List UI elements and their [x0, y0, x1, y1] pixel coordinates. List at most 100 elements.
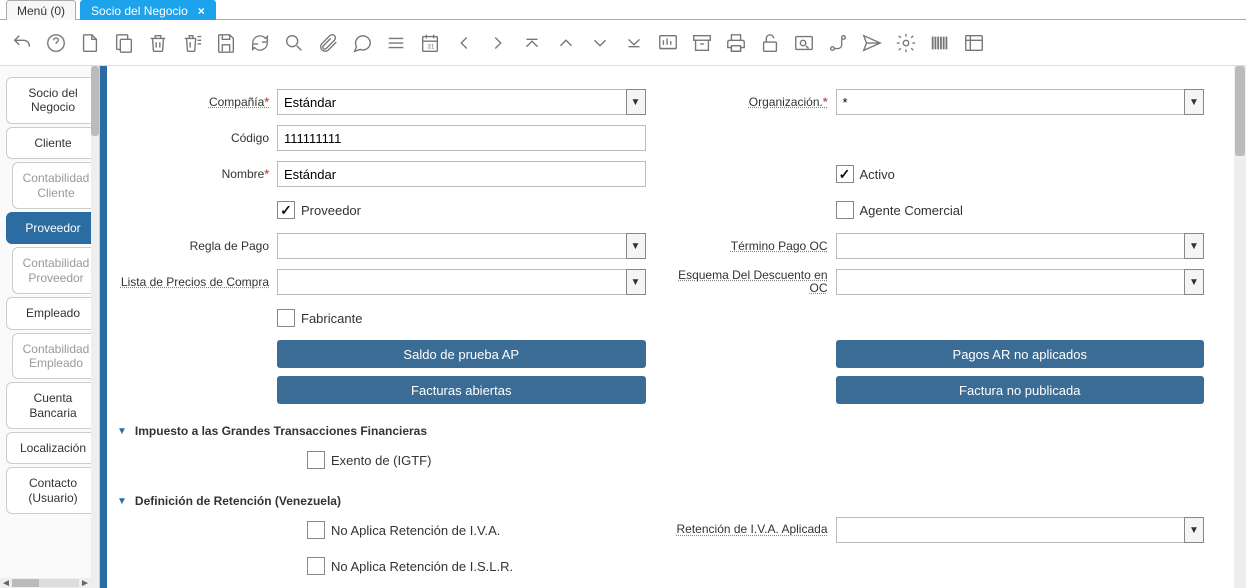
refresh-icon[interactable]	[248, 31, 272, 55]
accent-bar	[100, 66, 107, 588]
last-icon[interactable]	[622, 31, 646, 55]
side-tab-loc[interactable]: Localización	[6, 432, 99, 464]
lock-icon[interactable]	[758, 31, 782, 55]
field-esquema[interactable]: ▼	[836, 269, 1205, 295]
tab-menu[interactable]: Menú (0)	[6, 0, 76, 20]
barcode-icon[interactable]	[928, 31, 952, 55]
section-label: Impuesto a las Grandes Transacciones Fin…	[135, 424, 427, 438]
input-nombre[interactable]	[277, 161, 646, 187]
tab-socio-negocio[interactable]: Socio del Negocio ×	[80, 0, 216, 20]
side-tab-cont-prov[interactable]: Contabilidad Proveedor	[12, 247, 99, 294]
chat-icon[interactable]	[350, 31, 374, 55]
dropdown-icon[interactable]: ▼	[1184, 89, 1204, 115]
side-tab-empleado[interactable]: Empleado	[6, 297, 99, 329]
workflow-icon[interactable]	[826, 31, 850, 55]
close-icon[interactable]: ×	[198, 4, 205, 18]
checkbox-no-islr[interactable]: No Aplica Retención de I.S.L.R.	[307, 557, 513, 575]
section-label: Definición de Retención (Venezuela)	[135, 494, 341, 508]
checkbox-label: Proveedor	[301, 203, 361, 218]
zoom-window-icon[interactable]	[792, 31, 816, 55]
field-ret-iva[interactable]: ▼	[836, 517, 1205, 543]
calendar-icon[interactable]: 31	[418, 31, 442, 55]
label-regla: Regla de Pago	[117, 239, 277, 253]
label-esquema: Esquema Del Descuento en OC	[676, 269, 836, 295]
form-view-icon[interactable]	[962, 31, 986, 55]
dropdown-icon[interactable]: ▼	[1184, 517, 1204, 543]
print-icon[interactable]	[724, 31, 748, 55]
save-icon[interactable]	[214, 31, 238, 55]
side-panel: Socio del NegocioClienteContabilidad Cli…	[0, 66, 100, 588]
dropdown-icon[interactable]: ▼	[626, 233, 646, 259]
checkbox-box[interactable]	[836, 165, 854, 183]
checkbox-box[interactable]	[307, 557, 325, 575]
side-scrollbar-v[interactable]	[91, 66, 99, 588]
archive-icon[interactable]	[690, 31, 714, 55]
svg-text:31: 31	[427, 43, 435, 50]
side-tab-contacto[interactable]: Contacto (Usuario)	[6, 467, 99, 514]
side-tab-socio[interactable]: Socio del Negocio	[6, 77, 99, 124]
attachment-icon[interactable]	[316, 31, 340, 55]
content-scrollbar[interactable]	[1234, 66, 1246, 588]
checkbox-label: Agente Comercial	[860, 203, 963, 218]
field-compania[interactable]: ▼	[277, 89, 646, 115]
checkbox-box[interactable]	[307, 521, 325, 539]
field-organizacion[interactable]: ▼	[836, 89, 1205, 115]
checkbox-fabricante[interactable]: Fabricante	[277, 309, 362, 327]
up-icon[interactable]	[554, 31, 578, 55]
input-organizacion[interactable]	[836, 89, 1185, 115]
side-tab-cuenta[interactable]: Cuenta Bancaria	[6, 382, 99, 429]
twisty-icon[interactable]: ▼	[117, 426, 127, 437]
help-icon[interactable]	[44, 31, 68, 55]
checkbox-no-iva[interactable]: No Aplica Retención de I.V.A.	[307, 521, 500, 539]
dropdown-icon[interactable]: ▼	[1184, 269, 1204, 295]
checkbox-label: Activo	[860, 167, 895, 182]
copy-doc-icon[interactable]	[112, 31, 136, 55]
field-lista[interactable]: ▼	[277, 269, 646, 295]
search-icon[interactable]	[282, 31, 306, 55]
dropdown-icon[interactable]: ▼	[626, 269, 646, 295]
field-termino[interactable]: ▼	[836, 233, 1205, 259]
button-saldo-ap[interactable]: Saldo de prueba AP	[277, 340, 646, 368]
side-tab-cliente[interactable]: Cliente	[6, 127, 99, 159]
send-icon[interactable]	[860, 31, 884, 55]
checkbox-activo[interactable]: Activo	[836, 165, 895, 183]
checkbox-box[interactable]	[277, 201, 295, 219]
checkbox-proveedor[interactable]: Proveedor	[277, 201, 361, 219]
checkbox-label: No Aplica Retención de I.V.A.	[331, 523, 500, 538]
button-factura-no-publicada[interactable]: Factura no publicada	[836, 376, 1205, 404]
dropdown-icon[interactable]: ▼	[626, 89, 646, 115]
twisty-icon[interactable]: ▼	[117, 496, 127, 507]
next-icon[interactable]	[486, 31, 510, 55]
side-tab-cont-emp[interactable]: Contabilidad Empleado	[12, 333, 99, 380]
delete-lines-icon[interactable]	[180, 31, 204, 55]
side-scrollbar-h[interactable]: ◄►	[0, 578, 91, 588]
side-tab-cont-cliente[interactable]: Contabilidad Cliente	[12, 162, 99, 209]
checkbox-box[interactable]	[307, 451, 325, 469]
prev-icon[interactable]	[452, 31, 476, 55]
label-codigo: Código	[117, 131, 277, 145]
report-icon[interactable]	[656, 31, 680, 55]
down-icon[interactable]	[588, 31, 612, 55]
input-compania[interactable]	[277, 89, 626, 115]
delete-icon[interactable]	[146, 31, 170, 55]
preferences-icon[interactable]	[894, 31, 918, 55]
checkbox-exento-igtf[interactable]: Exento de (IGTF)	[307, 451, 431, 469]
dropdown-icon[interactable]: ▼	[1184, 233, 1204, 259]
label-lista: Lista de Precios de Compra	[117, 275, 277, 289]
button-facturas-abiertas[interactable]: Facturas abiertas	[277, 376, 646, 404]
side-tab-proveedor[interactable]: Proveedor	[6, 212, 99, 244]
section-retencion[interactable]: ▼ Definición de Retención (Venezuela)	[117, 494, 1204, 508]
input-codigo[interactable]	[277, 125, 646, 151]
section-igtf[interactable]: ▼ Impuesto a las Grandes Transacciones F…	[117, 424, 1204, 438]
checkbox-box[interactable]	[836, 201, 854, 219]
toggle-lines-icon[interactable]	[384, 31, 408, 55]
checkbox-agente[interactable]: Agente Comercial	[836, 201, 963, 219]
undo-icon[interactable]	[10, 31, 34, 55]
toolbar: 31	[0, 20, 1246, 66]
checkbox-box[interactable]	[277, 309, 295, 327]
tab-active-label: Socio del Negocio	[91, 4, 188, 18]
field-regla[interactable]: ▼	[277, 233, 646, 259]
first-icon[interactable]	[520, 31, 544, 55]
new-doc-icon[interactable]	[78, 31, 102, 55]
button-pagos-ar[interactable]: Pagos AR no aplicados	[836, 340, 1205, 368]
